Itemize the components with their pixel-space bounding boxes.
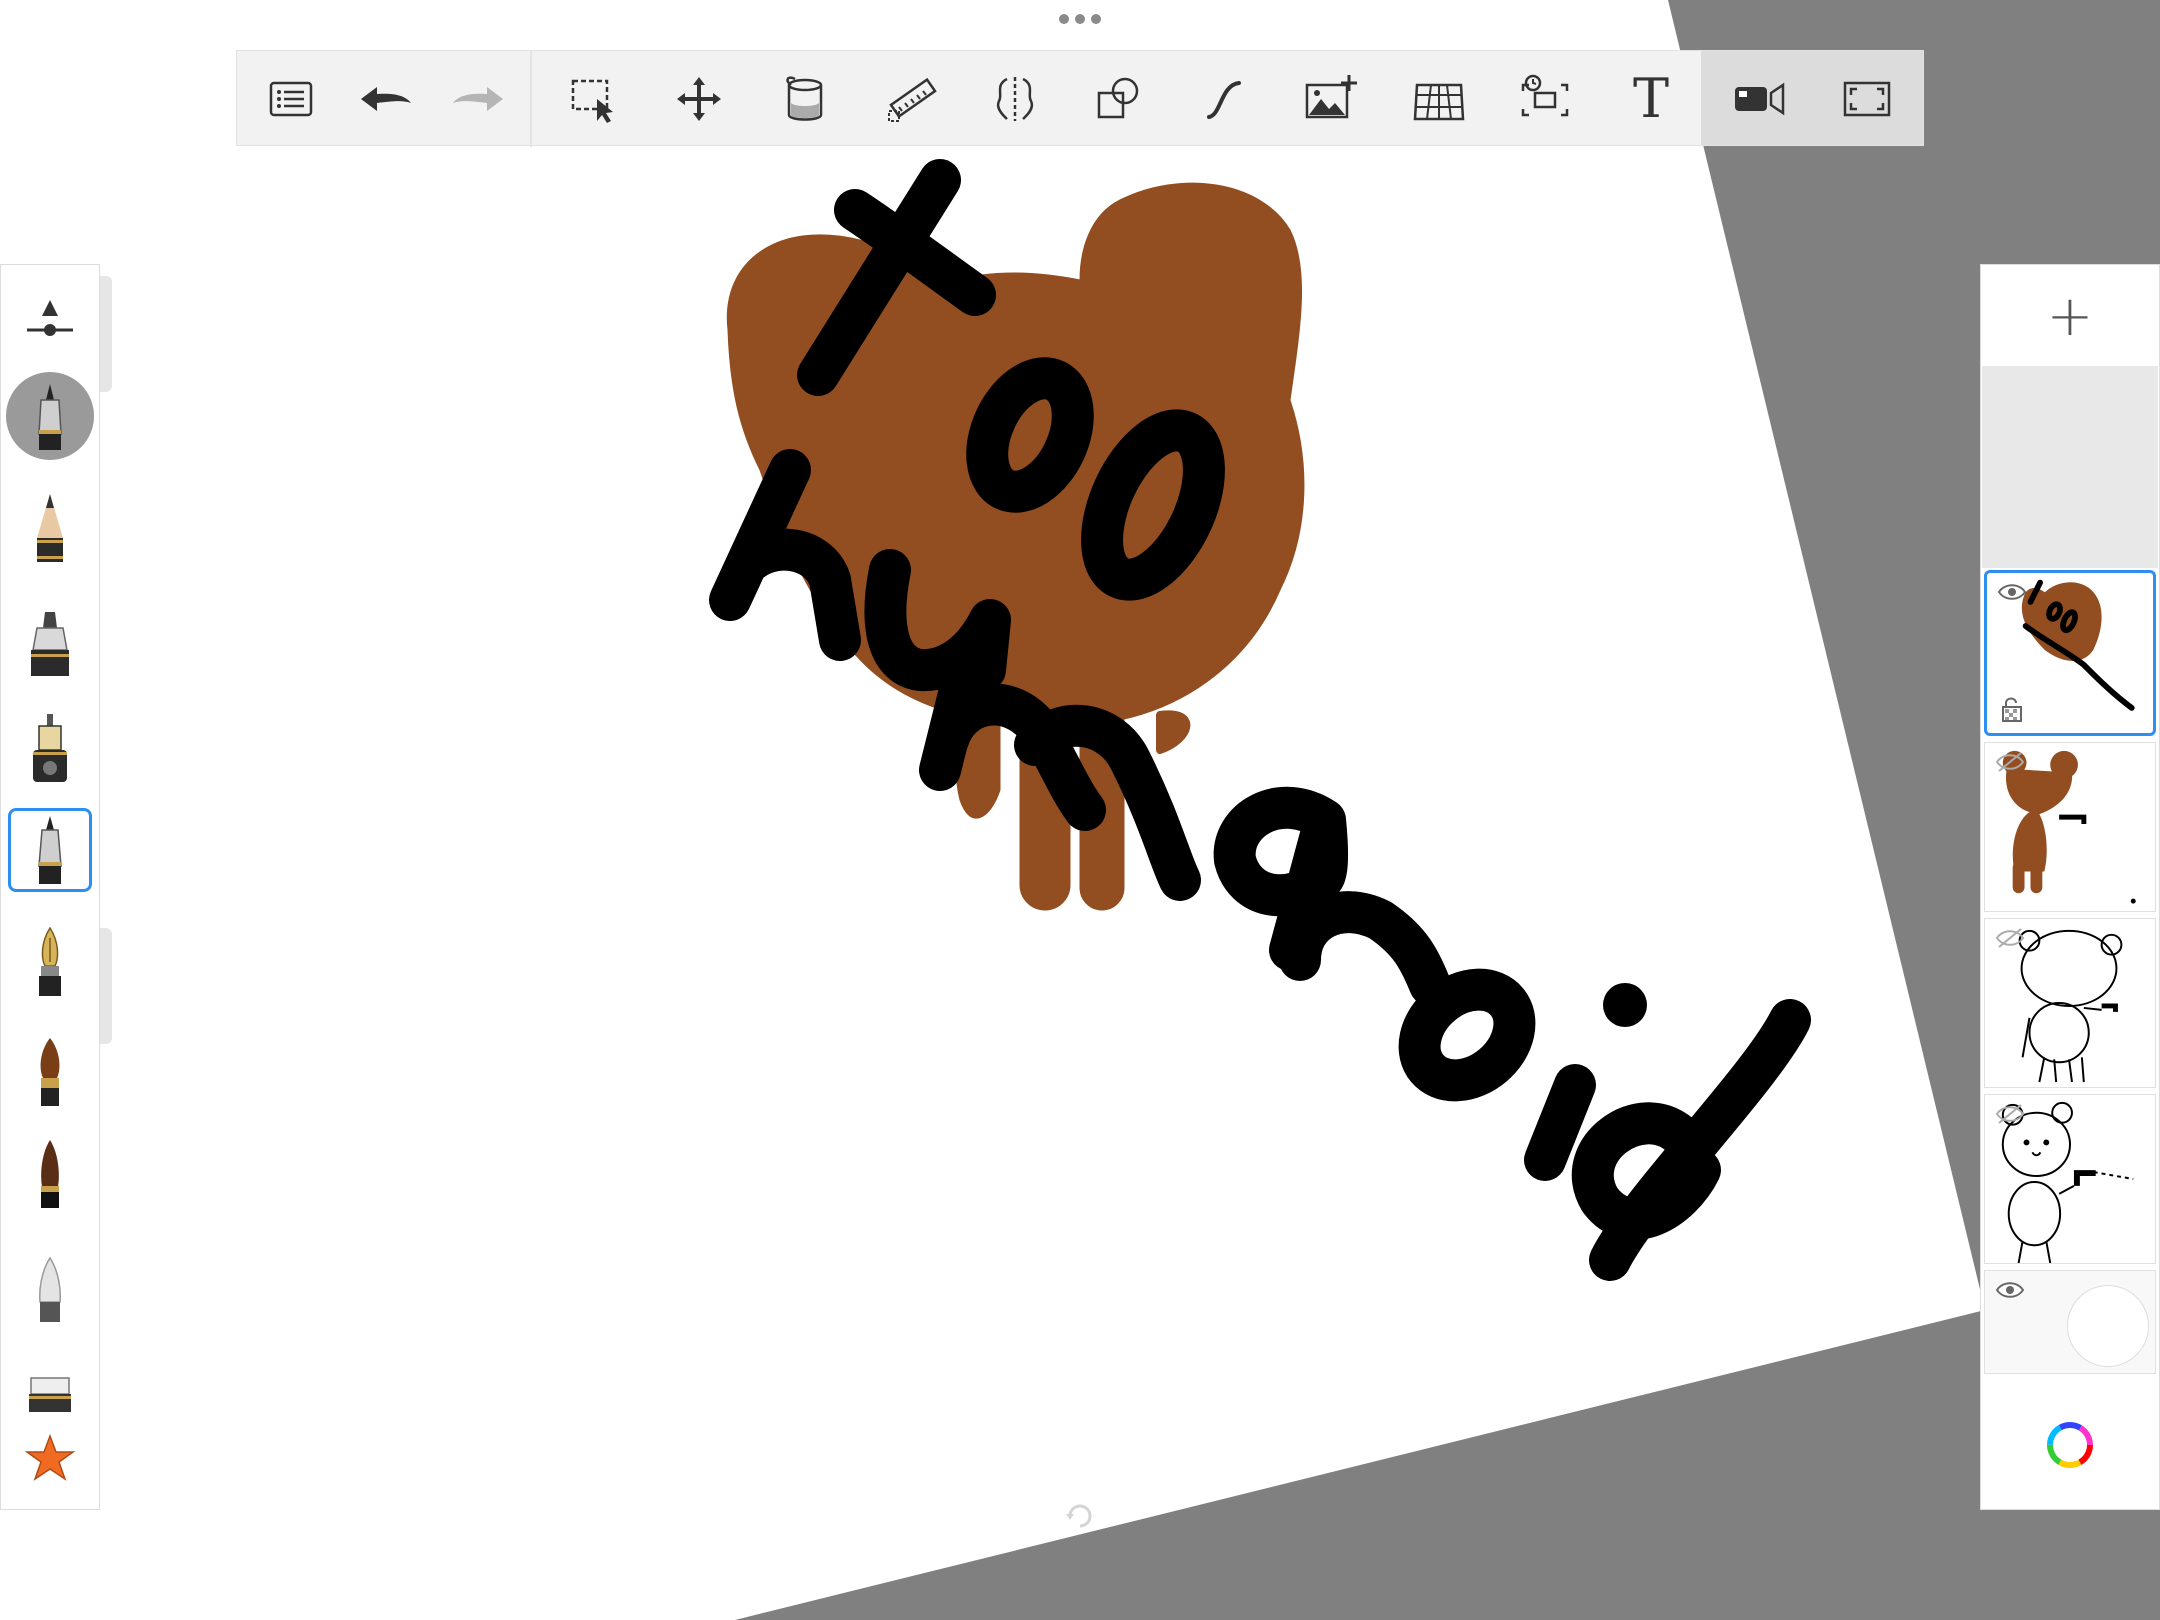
brush-pencil[interactable] xyxy=(8,486,92,570)
layer-thumbnail-bear-sketch[interactable] xyxy=(1984,918,2156,1088)
brush-size-slider[interactable] xyxy=(8,280,92,364)
visibility-eye-icon[interactable] xyxy=(1995,1279,2025,1301)
selection-button[interactable] xyxy=(557,61,633,137)
fill-button[interactable] xyxy=(767,61,843,137)
ruler-button[interactable] xyxy=(873,61,949,137)
shapes-button[interactable] xyxy=(1081,61,1157,137)
shapes-icon xyxy=(1097,77,1139,119)
marker-icon xyxy=(31,612,69,676)
brush-ballpoint-pen[interactable] xyxy=(8,808,92,892)
transform-button[interactable] xyxy=(661,61,737,137)
layer-thumbnail-bear-color[interactable] xyxy=(1984,742,2156,912)
brush-palette-tab-bottom[interactable] xyxy=(100,928,112,1044)
brush-soft-eraser[interactable] xyxy=(8,1246,92,1330)
toolbar-handle[interactable] xyxy=(1054,12,1106,26)
ink-brush-icon xyxy=(41,1140,59,1208)
curve-icon xyxy=(1207,81,1241,119)
brush-technical-pen[interactable] xyxy=(8,374,92,458)
handle-dot xyxy=(1059,14,1069,24)
timelapse-icon xyxy=(1521,74,1569,117)
ballpoint-pen-icon xyxy=(38,816,62,884)
soft-eraser-icon xyxy=(39,1256,61,1322)
timelapse-button[interactable] xyxy=(1507,61,1583,137)
lock-transparency-icon[interactable] xyxy=(2001,695,2023,723)
brush-airbrush[interactable] xyxy=(8,706,92,790)
add-image-icon xyxy=(1305,75,1357,119)
layers-empty-area xyxy=(1982,366,2158,568)
plus-icon: + xyxy=(2046,284,2094,349)
list-menu-button[interactable] xyxy=(253,61,329,137)
redo-icon xyxy=(453,87,503,111)
stroke-button[interactable] xyxy=(1187,61,1263,137)
paint-bucket-icon xyxy=(786,76,823,121)
brush-marker[interactable] xyxy=(8,600,92,684)
brush-palette-tab-top[interactable] xyxy=(100,276,112,392)
record-button[interactable] xyxy=(1721,61,1797,137)
canvas-rotation-indicator xyxy=(1066,1504,1092,1528)
video-camera-icon xyxy=(1735,82,1785,116)
favorites-star-icon xyxy=(24,1433,76,1481)
undo-button[interactable] xyxy=(347,61,423,137)
fountain-pen-icon xyxy=(39,926,61,996)
i-dot xyxy=(1603,983,1647,1027)
hidden-eye-icon[interactable] xyxy=(1995,1103,2025,1125)
favorites-button[interactable] xyxy=(8,1418,92,1502)
main-toolbar: T xyxy=(236,50,1924,147)
layer-thumbnail-background[interactable] xyxy=(1984,1270,2156,1374)
artwork xyxy=(709,159,1811,1281)
technical-pen-icon xyxy=(38,384,62,450)
brush-size-slider-icon xyxy=(27,300,73,336)
brush-fountain-pen[interactable] xyxy=(8,920,92,1004)
add-layer-button[interactable]: + xyxy=(1982,268,2158,366)
pencil-icon xyxy=(37,494,63,562)
symmetry-icon xyxy=(996,77,1034,121)
layer-thumbnail-text[interactable] xyxy=(1984,570,2156,736)
paint-brush-icon xyxy=(40,1038,60,1106)
perspective-grid-icon xyxy=(1413,83,1465,121)
list-icon xyxy=(269,81,313,117)
selection-icon xyxy=(571,79,613,123)
ruler-icon xyxy=(888,77,937,122)
brush-paint-brush[interactable] xyxy=(8,1030,92,1114)
hard-eraser-icon xyxy=(29,1377,71,1412)
text-tool-button[interactable]: T xyxy=(1613,61,1689,137)
color-picker-button[interactable] xyxy=(1982,1390,2158,1500)
redo-button[interactable] xyxy=(441,61,517,137)
background-color-swatch[interactable] xyxy=(2067,1285,2149,1367)
handle-dot xyxy=(1075,14,1085,24)
layer-thumbnail-bear-face[interactable] xyxy=(1984,1094,2156,1264)
perspective-button[interactable] xyxy=(1401,61,1477,137)
handle-dot xyxy=(1091,14,1101,24)
undo-icon xyxy=(361,87,411,111)
move-icon xyxy=(677,77,721,121)
add-image-button[interactable] xyxy=(1293,61,1369,137)
fullscreen-button[interactable] xyxy=(1829,61,1905,137)
toolbar-divider xyxy=(530,51,532,147)
visibility-eye-icon[interactable] xyxy=(1997,581,2027,603)
text-icon: T xyxy=(1632,67,1670,130)
color-wheel-icon xyxy=(2047,1422,2093,1468)
brush-ink-brush[interactable] xyxy=(8,1132,92,1216)
fullscreen-icon xyxy=(1843,81,1891,117)
airbrush-icon xyxy=(33,714,67,782)
hidden-eye-icon[interactable] xyxy=(1995,927,2025,949)
hidden-eye-icon[interactable] xyxy=(1995,751,2025,773)
symmetry-button[interactable] xyxy=(977,61,1053,137)
